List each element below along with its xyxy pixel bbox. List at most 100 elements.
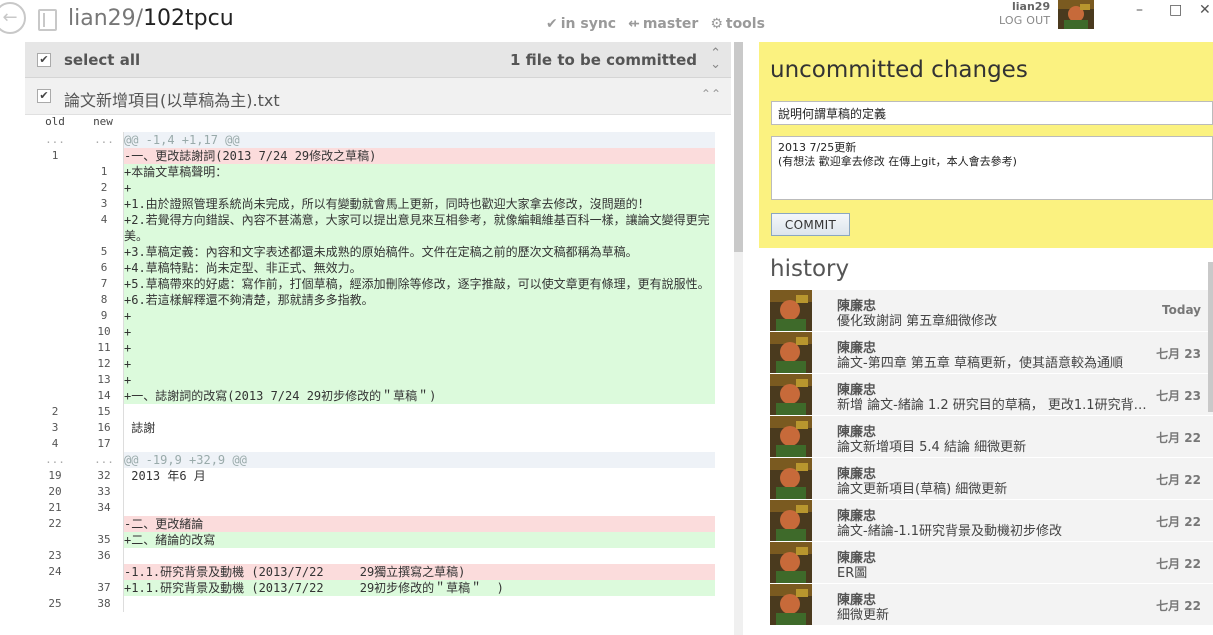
old-line-number — [25, 356, 85, 372]
history-item[interactable]: 陳廉忠 論文-緒論-1.1研究背景及動機初步修改 七月 22 — [770, 500, 1213, 542]
old-line-number — [25, 532, 85, 548]
diff-line-text: -1.1.研究背景及動機 (2013/7/22 29獨立撰寫之草稿) — [124, 564, 715, 580]
collapse-all-icon[interactable]: ⌃ ⌄ — [710, 47, 721, 71]
old-line-number — [25, 372, 85, 388]
commit-button[interactable]: COMMIT — [771, 213, 850, 236]
check-icon: ✔ — [546, 16, 558, 32]
diff-line-text: +一、誌謝詞的改寫(2013 7/24 29初步修改的＂草稿＂) — [124, 388, 715, 404]
new-line-number: 6 — [85, 260, 124, 276]
old-line-number: 22 — [48, 517, 62, 530]
commit-date: Today — [1162, 303, 1201, 317]
diff-line: 9 + — [25, 308, 731, 324]
diff-line: 21 34 — [25, 500, 731, 516]
file-header[interactable]: ✔ 論文新增項目(以草稿為主).txt ⌃⌃ — [25, 78, 731, 115]
diff-line-text: 誌謝 — [124, 421, 156, 435]
history-item[interactable]: 陳廉忠 論文新增項目 5.4 結論 細微更新 七月 22 — [770, 416, 1213, 458]
history-item[interactable]: 陳廉忠 論文-第四章 第五章 草稿更新，使其語意較為通順 七月 23 — [770, 332, 1213, 374]
avatar[interactable] — [1058, 0, 1094, 29]
new-line-number: 5 — [85, 244, 124, 260]
commit-date: 七月 23 — [1156, 389, 1201, 403]
select-all-label[interactable]: select all — [64, 51, 140, 69]
sync-status[interactable]: ✔ in sync — [546, 16, 616, 32]
avatar — [770, 458, 812, 499]
branch-selector[interactable]: ⇷ master — [628, 16, 698, 32]
old-line-number — [25, 292, 85, 308]
diff-line-text: + — [124, 180, 715, 196]
avatar — [770, 374, 812, 415]
diff-scrollbar[interactable] — [734, 42, 743, 635]
history-scrollbar[interactable] — [1208, 262, 1213, 412]
logout-link[interactable]: LOG OUT — [999, 14, 1050, 27]
old-line-number — [25, 580, 85, 596]
diff-line: 20 33 — [25, 484, 731, 500]
file-name: 論文新增項目(以草稿為主).txt — [64, 91, 280, 110]
new-line-number: 14 — [85, 388, 124, 404]
diff-line-text: +本論文草稿聲明： — [124, 164, 715, 180]
history-item[interactable]: 陳廉忠 細微更新 七月 22 — [770, 584, 1213, 626]
history-item[interactable]: 陳廉忠 優化致謝詞 第五章細微修改 Today — [770, 290, 1213, 332]
diff-line: 6 +4.草稿特點：尚未定型、非正式、無效力。 — [25, 260, 731, 276]
diff-line: 14 +一、誌謝詞的改寫(2013 7/24 29初步修改的＂草稿＂) — [25, 388, 731, 404]
diff-line: 35 +二、緒論的改寫 — [25, 532, 731, 548]
minimize-button[interactable]: – — [1136, 2, 1143, 18]
diff-line-text: @@ -19,9 +32,9 @@ — [124, 452, 715, 468]
diff-line-text: +6.若這樣解釋還不夠清楚，那就請多多指教。 — [124, 292, 715, 308]
commit-date: 七月 22 — [1156, 473, 1201, 487]
new-line-number: 10 — [85, 324, 124, 340]
diff-line-text — [124, 500, 715, 516]
commit-message: 優化致謝詞 第五章細微修改 — [837, 314, 998, 329]
commit-summary-input[interactable] — [771, 101, 1213, 125]
diff-line: 25 38 — [25, 596, 731, 612]
tools-menu[interactable]: ⚙ tools — [710, 16, 765, 32]
avatar — [770, 332, 812, 373]
gear-icon: ⚙ — [710, 16, 723, 32]
old-line-number: 25 — [48, 597, 62, 610]
diff-scrollbar-thumb[interactable] — [734, 42, 743, 252]
history-item[interactable]: 陳廉忠 論文更新項目(草稿) 細微更新 七月 22 — [770, 458, 1213, 500]
diff-line: 22 -二、更改緒論 — [25, 516, 731, 532]
diff-line-text: +2.若覺得方向錯誤、內容不甚滿意，大家可以提出意見來互相參考，就像編輯維基百科… — [124, 212, 715, 244]
diff-line: 3 16 誌謝 — [25, 420, 731, 436]
file-checkbox[interactable]: ✔ — [37, 89, 51, 103]
diff-line: 13 + — [25, 372, 731, 388]
old-line-number — [25, 180, 85, 196]
old-line-number: 20 — [48, 485, 62, 498]
diff-hunk-header: ...... @@ -1,4 +1,17 @@ — [25, 132, 731, 148]
diff-line: 3 +1.由於證照管理系統尚未完成，所以有變動就會馬上更新，同時也歡迎大家拿去修改… — [25, 196, 731, 212]
diff-line: 37 +1.1.研究背景及動機 (2013/7/22 29初步修改的＂草稿＂ ) — [25, 580, 731, 596]
commit-date: 七月 23 — [1156, 347, 1201, 361]
old-line-number — [25, 212, 85, 244]
history-item[interactable]: 陳廉忠 ER圖 七月 22 — [770, 542, 1213, 584]
close-button[interactable]: ✕ — [1199, 2, 1211, 18]
branch-icon: ⇷ — [628, 16, 640, 32]
diff-line: 7 +5.草稿帶來的好處：寫作前，打個草稿，經添加刪除等修改，逐字推敲，可以使文章… — [25, 276, 731, 292]
changes-pane: ✔ select all 1 file to be committed ⌃ ⌄ ✔… — [25, 42, 731, 635]
diff-line-text — [124, 404, 715, 420]
new-line-number: 38 — [85, 596, 124, 612]
title-bar: ← lian29/102tpcu ✔ in sync ⇷ master ⚙ tools… — [0, 0, 1213, 42]
avatar — [770, 416, 812, 457]
old-line-number: 23 — [48, 549, 62, 562]
tools-label: tools — [725, 16, 765, 32]
avatar — [770, 290, 812, 331]
select-all-checkbox[interactable]: ✔ — [37, 53, 51, 67]
diff-line-text: + — [124, 340, 715, 356]
new-line-number: 8 — [85, 292, 124, 308]
commit-message: 論文-緒論-1.1研究背景及動機初步修改 — [837, 524, 1063, 539]
maximize-button[interactable]: □ — [1169, 2, 1182, 18]
new-line-number — [85, 564, 124, 580]
file-collapse-icon[interactable]: ⌃⌃ — [701, 87, 721, 101]
history-item[interactable]: 陳廉忠新增 論文-緒論 1.2 研究目的草稿， 更改1.1研究背景及動機七月 2… — [770, 374, 1213, 416]
repo-status-links: ✔ in sync ⇷ master ⚙ tools — [546, 16, 765, 32]
new-line-number: 9 — [85, 308, 124, 324]
commit-description-input[interactable]: 2013 7/25更新 (有想法 歡迎拿去修改 在傳上git，本人會去參考) — [771, 136, 1213, 200]
new-line-number — [85, 516, 124, 532]
commit-date: 七月 22 — [1156, 557, 1201, 571]
old-line-number: 21 — [48, 501, 62, 514]
back-arrow-icon[interactable]: ← — [0, 2, 26, 34]
old-line-number — [25, 196, 85, 212]
files-to-commit-count: 1 file to be committed — [510, 51, 697, 69]
diff-line-text: + — [124, 308, 715, 324]
new-line-number: 1 — [85, 164, 124, 180]
old-column-label: old — [45, 115, 65, 128]
